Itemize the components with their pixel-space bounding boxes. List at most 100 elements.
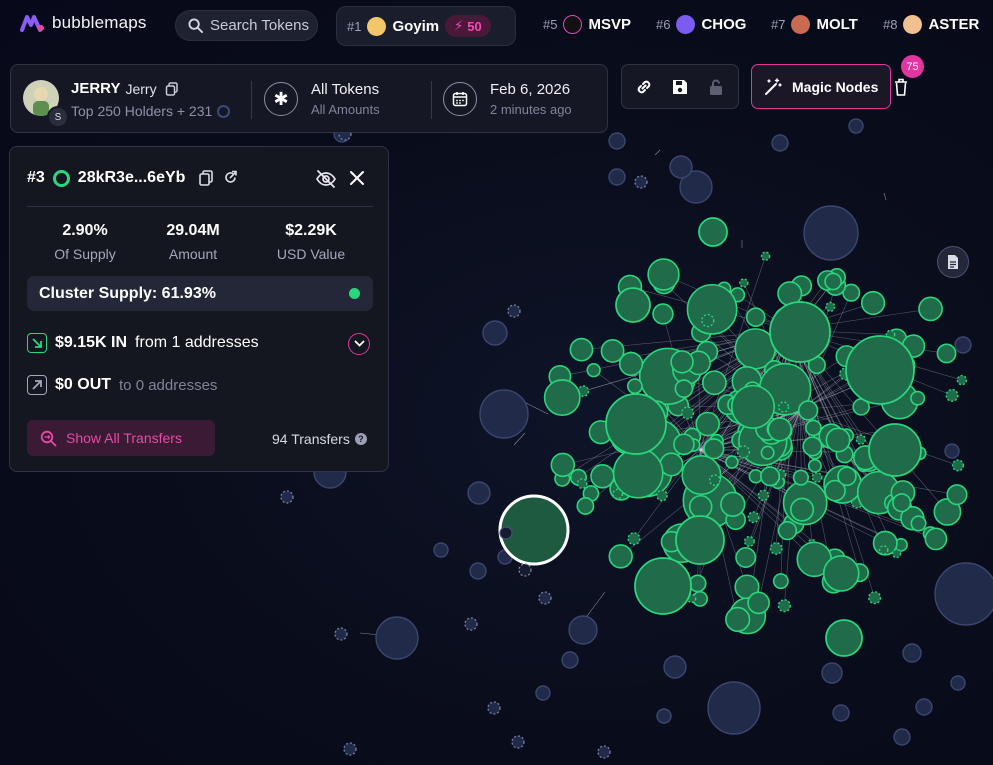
wallet-bubble[interactable] — [681, 406, 695, 420]
wallet-bubble[interactable] — [608, 544, 633, 569]
wallet-bubble[interactable] — [797, 400, 819, 421]
wallet-bubble[interactable] — [652, 303, 674, 325]
wallet-bubble-inactive[interactable] — [663, 655, 687, 679]
wallet-bubble[interactable] — [612, 488, 624, 500]
wallet-bubble[interactable] — [709, 474, 721, 487]
wallet-bubble[interactable] — [936, 343, 957, 364]
wallet-bubble[interactable] — [760, 466, 781, 487]
wallet-bubble-inactive[interactable] — [608, 132, 626, 150]
wallet-bubble[interactable] — [569, 337, 594, 362]
help-icon[interactable]: ? — [354, 433, 367, 445]
wallet-bubble-inactive[interactable] — [511, 735, 525, 749]
wallet-bubble-inactive[interactable] — [568, 615, 598, 645]
ticker-aster[interactable]: #8 ASTER — [883, 15, 979, 34]
wallet-bubble[interactable] — [811, 472, 823, 483]
wallet-bubble[interactable] — [892, 493, 912, 513]
wallet-bubble[interactable] — [855, 434, 867, 445]
wallet-bubble[interactable] — [757, 489, 770, 502]
wallet-bubble[interactable] — [760, 445, 775, 460]
wallet-bubble-inactive[interactable] — [954, 336, 972, 354]
wallet-bubble[interactable] — [647, 258, 680, 291]
wallet-bubble[interactable] — [777, 599, 791, 613]
wallet-bubble-inactive[interactable] — [848, 118, 864, 134]
show-all-transfers-button[interactable]: Show All Transfers — [27, 420, 215, 456]
ticker-msvp[interactable]: #5 MSVP — [543, 15, 631, 34]
wallet-bubble-inactive[interactable] — [464, 617, 478, 631]
ticker-molt[interactable]: #7 MOLT — [771, 15, 858, 34]
wallet-bubble[interactable] — [673, 433, 695, 456]
wallet-bubble[interactable] — [792, 469, 809, 486]
wallet-bubble[interactable] — [910, 515, 927, 532]
wallet-bubble[interactable] — [626, 378, 643, 395]
wallet-bubble[interactable] — [956, 374, 968, 386]
wallet-bubble-inactive[interactable] — [669, 155, 693, 179]
wallet-bubble-inactive[interactable] — [597, 745, 611, 759]
wallet-bubble[interactable] — [670, 350, 694, 374]
wallet-bubble[interactable] — [659, 452, 684, 477]
wallet-bubble[interactable] — [615, 287, 651, 323]
calendar-icon[interactable] — [443, 82, 477, 116]
wallet-bubble[interactable] — [739, 278, 749, 288]
wallet-bubble[interactable] — [760, 251, 771, 261]
wallet-bubble-inactive[interactable] — [934, 562, 993, 626]
wallet-bubble[interactable] — [743, 535, 755, 547]
node-address[interactable]: 28kR3e...6eYb — [78, 169, 186, 187]
wallet-bubble[interactable] — [634, 557, 692, 615]
wallet-bubble[interactable] — [576, 478, 588, 489]
copy-icon[interactable] — [199, 170, 214, 186]
wallet-bubble[interactable] — [698, 217, 728, 247]
wallet-bubble[interactable] — [703, 438, 725, 460]
wallet-bubble-inactive[interactable] — [944, 443, 960, 459]
save-icon[interactable] — [670, 77, 690, 97]
wallet-bubble[interactable] — [777, 401, 790, 413]
date-title[interactable]: Feb 6, 2026 — [490, 81, 570, 98]
wallet-bubble[interactable] — [769, 542, 783, 555]
wallet-bubble-inactive[interactable] — [334, 627, 348, 641]
ticker-goyim[interactable]: #1 Goyim ⚡ 50 — [347, 15, 491, 37]
wallet-bubble[interactable] — [802, 436, 823, 457]
wallet-bubble[interactable] — [805, 419, 822, 437]
cluster-supply-row[interactable]: Cluster Supply: 61.93% — [27, 276, 373, 311]
magic-nodes-button[interactable]: Magic Nodes — [751, 64, 891, 109]
wallet-bubble[interactable] — [878, 545, 889, 555]
wallet-bubble[interactable] — [868, 423, 922, 477]
wallet-bubble[interactable] — [745, 307, 766, 328]
wallet-bubble-inactive[interactable] — [499, 526, 513, 540]
wallet-bubble[interactable] — [675, 515, 725, 565]
wallet-bubble[interactable] — [946, 484, 968, 506]
wallet-bubble[interactable] — [910, 390, 926, 406]
wallet-bubble-inactive[interactable] — [482, 320, 508, 346]
wallet-bubble[interactable] — [730, 384, 776, 429]
wallet-bubble-inactive[interactable] — [375, 616, 419, 660]
link-icon[interactable] — [634, 77, 654, 97]
wallet-bubble[interactable] — [837, 466, 857, 487]
wallet-bubble[interactable] — [688, 574, 707, 593]
wallet-bubble-inactive[interactable] — [479, 389, 529, 439]
wallet-bubble-inactive[interactable] — [915, 698, 933, 716]
wallet-bubble[interactable] — [824, 272, 842, 291]
eye-off-icon[interactable] — [315, 169, 337, 189]
search-tokens-button[interactable]: Search Tokens — [175, 10, 318, 41]
close-icon[interactable] — [348, 169, 366, 187]
wallet-bubble[interactable] — [576, 497, 595, 515]
wallet-bubble-inactive[interactable] — [950, 675, 966, 691]
wallet-bubble[interactable] — [769, 301, 831, 363]
wallet-bubble[interactable] — [951, 459, 965, 472]
wallet-bubble[interactable] — [747, 511, 760, 524]
wallet-bubble[interactable] — [845, 335, 915, 405]
copy-icon[interactable] — [165, 81, 179, 96]
wallet-bubble-inactive[interactable] — [343, 742, 357, 756]
wallet-bubble-inactive[interactable] — [433, 542, 449, 558]
transfers-in-row[interactable]: $9.15K IN from 1 addresses — [27, 333, 259, 353]
wallet-bubble[interactable] — [790, 497, 815, 522]
wallet-bubble[interactable] — [695, 411, 720, 437]
wallet-bubble-inactive[interactable] — [902, 643, 922, 663]
wallet-bubble[interactable] — [860, 290, 886, 316]
wallet-bubble-inactive[interactable] — [518, 563, 532, 577]
lock-icon[interactable] — [706, 77, 726, 97]
wallet-bubble[interactable] — [550, 452, 576, 478]
wallet-bubble-inactive[interactable] — [634, 175, 648, 189]
wallet-bubble-inactive[interactable] — [608, 168, 626, 186]
wallet-bubble-inactive[interactable] — [538, 591, 552, 605]
wallet-bubble[interactable] — [605, 393, 667, 455]
